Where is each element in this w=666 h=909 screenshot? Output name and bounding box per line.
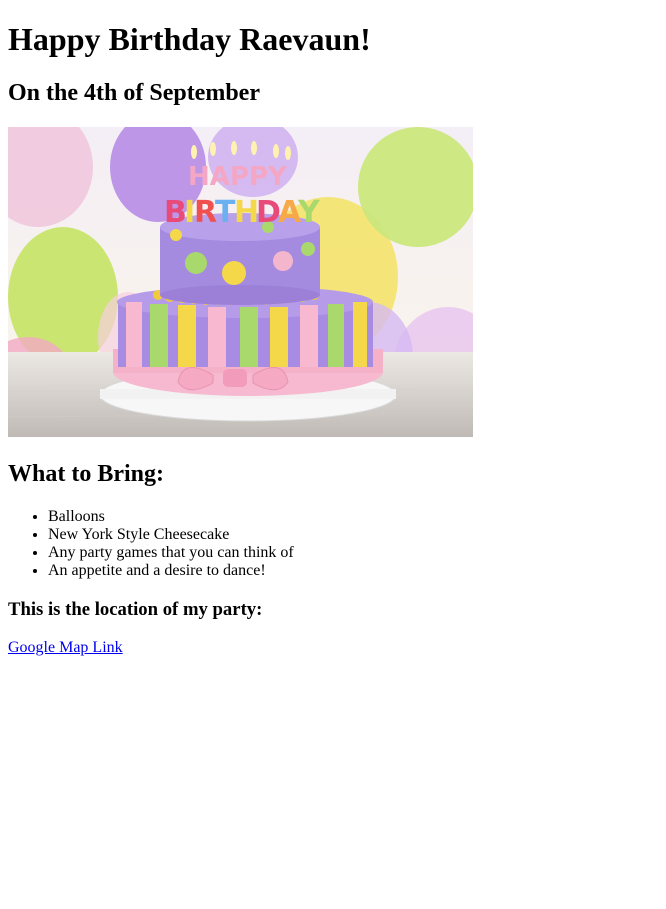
party-date-heading: On the 4th of September [8, 80, 260, 106]
list-item: An appetite and a desire to dance! [48, 562, 294, 580]
birthday-cake-image: HAPPY B I R T H D A Y [8, 127, 473, 437]
location-heading: This is the location of my party: [8, 599, 263, 620]
list-item: Any party games that you can think of [48, 544, 294, 562]
svg-text:R: R [194, 195, 217, 230]
svg-text:T: T [215, 195, 236, 230]
google-map-link[interactable]: Google Map Link [8, 639, 123, 657]
page-title: Happy Birthday Raevaun! [8, 21, 371, 57]
list-item: New York Style Cheesecake [48, 526, 294, 544]
svg-text:Y: Y [297, 195, 321, 230]
list-item: Balloons [48, 508, 294, 526]
what-to-bring-heading: What to Bring: [8, 461, 164, 487]
page: Happy Birthday Raevaun! On the 4th of Se… [0, 0, 666, 909]
bring-list: Balloons New York Style Cheesecake Any p… [8, 508, 294, 580]
cake-letters-happy: HAPPY [188, 162, 288, 192]
